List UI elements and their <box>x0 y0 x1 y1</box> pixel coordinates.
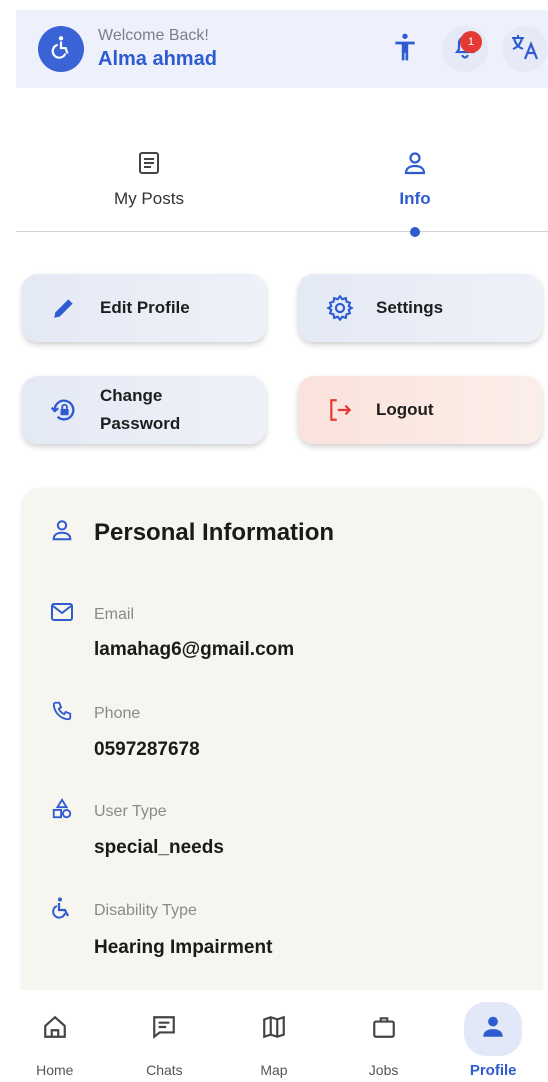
info-label: Disability Type <box>94 901 197 919</box>
info-disability-type: Disability Type Hearing Impairment <box>50 896 272 959</box>
settings-label: Settings <box>376 298 444 317</box>
tab-my-posts[interactable]: My Posts <box>16 140 282 231</box>
change-password-button[interactable]: Change Password <box>22 376 266 444</box>
accessibility-icon <box>392 32 418 67</box>
nav-label: Map <box>260 1062 288 1078</box>
posts-icon <box>137 150 161 181</box>
info-label: User Type <box>94 802 167 820</box>
tab-label: My Posts <box>114 189 184 208</box>
map-icon <box>261 1014 287 1045</box>
lock-reset-icon <box>44 396 84 424</box>
active-tab-indicator <box>410 227 420 237</box>
nav-home[interactable]: Home <box>0 990 110 1082</box>
info-phone: Phone 0597287678 <box>50 700 200 761</box>
mail-icon <box>50 602 74 627</box>
edit-profile-label: Edit Profile <box>100 298 190 317</box>
accessibility-button[interactable] <box>382 26 428 72</box>
info-email: Email lamahag6@gmail.com <box>50 602 294 661</box>
accessibility-avatar-icon <box>48 34 74 65</box>
info-user-type: User Type special_needs <box>50 798 224 859</box>
info-label: Phone <box>94 704 141 722</box>
settings-button[interactable]: Settings <box>298 274 542 342</box>
translate-button[interactable] <box>502 26 548 72</box>
category-icon <box>50 798 74 825</box>
change-password-line1: Change <box>100 386 163 405</box>
translate-icon <box>510 33 540 66</box>
nav-jobs[interactable]: Jobs <box>329 990 439 1082</box>
logout-label: Logout <box>376 400 434 419</box>
person-icon <box>403 150 427 181</box>
nav-map[interactable]: Map <box>219 990 329 1082</box>
home-icon <box>42 1014 68 1045</box>
edit-profile-button[interactable]: Edit Profile <box>22 274 266 342</box>
tab-label: Info <box>399 189 431 208</box>
person-filled-icon <box>480 1014 506 1045</box>
card-title: Personal Information <box>94 518 335 546</box>
info-value: 0597287678 <box>94 739 200 760</box>
nav-label: Jobs <box>368 1062 399 1078</box>
logout-button[interactable]: Logout <box>298 376 542 444</box>
bottom-navigation: Home Chats Map Jobs Profile <box>0 990 548 1082</box>
gear-icon <box>320 294 360 322</box>
info-value: special_needs <box>94 837 224 858</box>
top-header: Welcome Back! Alma ahmad 1 <box>16 10 548 88</box>
change-password-line2: Password <box>100 414 181 433</box>
briefcase-icon <box>371 1014 397 1045</box>
personal-info-card: Personal Information Email lamahag6@gmai… <box>22 488 542 1048</box>
phone-icon <box>50 700 74 727</box>
nav-profile[interactable]: Profile <box>438 990 548 1082</box>
info-label: Email <box>94 605 135 623</box>
nav-label: Chats <box>146 1062 183 1078</box>
pencil-icon <box>44 295 84 321</box>
avatar[interactable] <box>38 26 84 72</box>
logout-icon <box>320 397 360 423</box>
notification-badge: 1 <box>460 31 482 53</box>
info-value: Hearing Impairment <box>94 937 273 958</box>
tab-info[interactable]: Info <box>282 140 548 237</box>
notifications-button[interactable]: 1 <box>442 26 488 72</box>
person-icon <box>50 518 74 547</box>
welcome-text: Welcome Back! <box>98 27 209 44</box>
wheelchair-icon <box>50 896 74 925</box>
chat-icon <box>151 1014 177 1045</box>
info-value: lamahag6@gmail.com <box>94 639 295 660</box>
nav-label: Home <box>36 1062 74 1078</box>
nav-chats[interactable]: Chats <box>110 990 220 1082</box>
change-password-label: Change Password <box>100 382 180 438</box>
user-name: Alma ahmad <box>98 48 217 70</box>
profile-tabs: My Posts Info <box>16 140 548 237</box>
nav-label: Profile <box>469 1062 517 1079</box>
